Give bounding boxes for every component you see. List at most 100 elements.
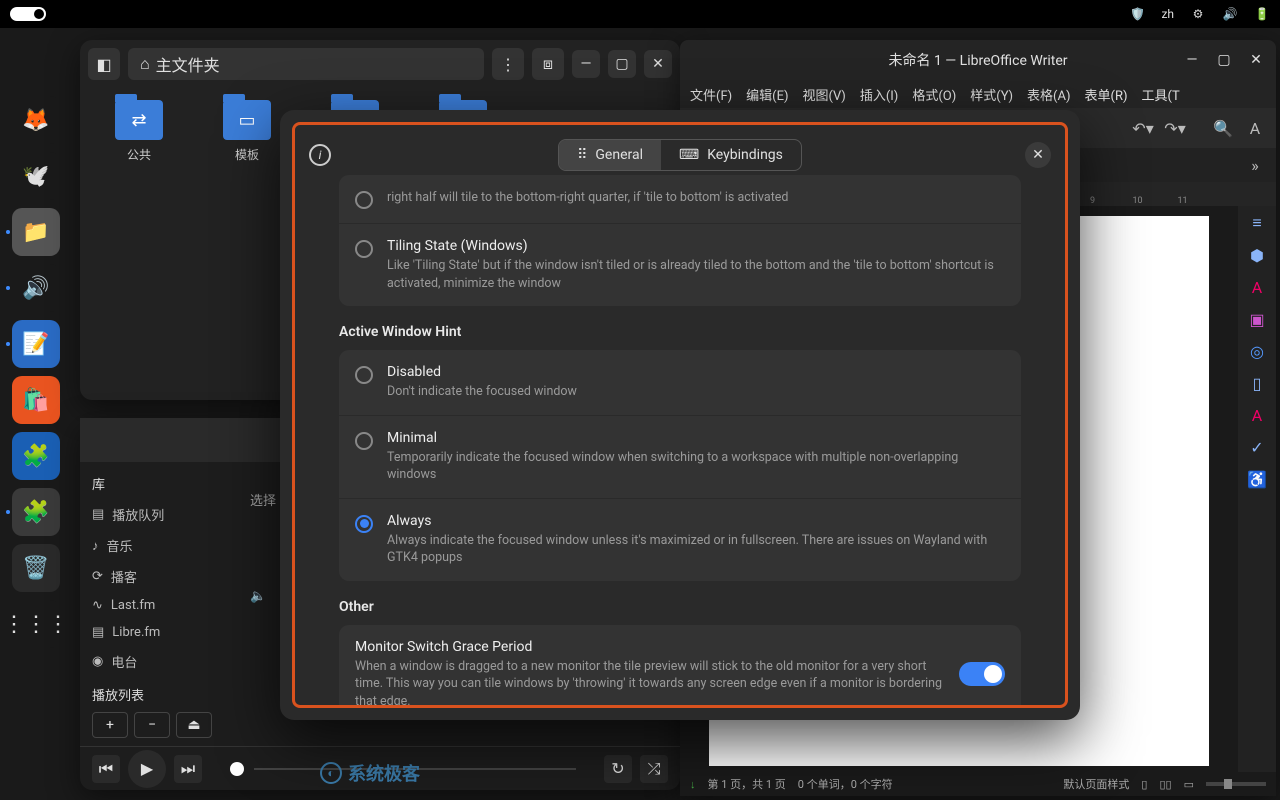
minimize-button[interactable]: —	[1178, 48, 1206, 72]
menu-icon[interactable]: ≡	[1246, 212, 1268, 234]
activities-pill[interactable]	[10, 7, 46, 21]
option-desc: Temporarily indicate the focused window …	[387, 449, 1005, 484]
sidebar-item[interactable]: ⟳播客	[80, 561, 240, 592]
input-lang-indicator[interactable]: zh	[1161, 7, 1174, 21]
find-icon[interactable]: 🔍	[1210, 115, 1236, 141]
dock-item-thunderbird[interactable]: 🕊️	[12, 152, 60, 200]
view-single-icon[interactable]: ▯	[1141, 778, 1147, 791]
music-sidebar: 库 ▤播放队列♪音乐⟳播客∿Last.fm▤Libre.fm◉电台 播放列表 +…	[80, 460, 240, 746]
dock-item-apps[interactable]: ⋮⋮⋮	[12, 600, 60, 648]
changes-icon[interactable]: ✓	[1246, 436, 1268, 458]
seek-thumb[interactable]	[230, 762, 244, 776]
network-icon[interactable]: ⚙	[1190, 6, 1206, 22]
play-button[interactable]: ▶	[128, 750, 166, 788]
menu-item[interactable]: 视图(V)	[803, 85, 846, 104]
menu-item[interactable]: 工具(T	[1142, 85, 1180, 104]
tab-general[interactable]: ⠿ General	[559, 140, 661, 170]
a11y-icon[interactable]: ♿	[1246, 468, 1268, 490]
page-icon[interactable]: ▯	[1246, 372, 1268, 394]
styles-icon[interactable]: A	[1246, 276, 1268, 298]
view-multi-icon[interactable]: ▯▯	[1159, 778, 1171, 791]
more-menu-icon[interactable]: ⋮	[492, 48, 524, 80]
option-desc: When a window is dragged to a new monito…	[355, 658, 945, 709]
menu-item[interactable]: 格式(O)	[912, 85, 956, 104]
undo-icon[interactable]: ↶▾	[1130, 115, 1156, 141]
close-button[interactable]: ✕	[644, 50, 672, 78]
prev-button[interactable]: ⏮	[92, 755, 120, 783]
radio-always[interactable]	[355, 515, 373, 533]
dock-item-files[interactable]: 📁	[12, 208, 60, 256]
battery-icon[interactable]: 🔋	[1254, 6, 1270, 22]
minimize-button[interactable]: —	[572, 50, 600, 78]
menu-item[interactable]: 文件(F)	[690, 85, 732, 104]
folder-icon: ⇄	[115, 100, 163, 140]
close-button[interactable]: ✕	[1242, 48, 1270, 72]
tab-keybindings[interactable]: ⌨ Keybindings	[661, 140, 801, 170]
playlist-remove-button[interactable]: −	[134, 712, 170, 738]
sidebar-item[interactable]: ◉电台	[80, 646, 240, 677]
writer-title: 未命名 1 — LibreOffice Writer	[888, 50, 1067, 70]
shield-icon[interactable]: 🛡️	[1129, 6, 1145, 22]
zoom-slider[interactable]	[1206, 782, 1266, 786]
menu-item[interactable]: 表格(A)	[1027, 85, 1070, 104]
path-bar[interactable]: ⌂ 主文件夹	[128, 48, 484, 80]
sidebar-toggle-icon[interactable]: ◧	[88, 48, 120, 80]
group-other: Other	[339, 599, 1021, 615]
sidebar-item[interactable]: ▤Libre.fm	[80, 619, 240, 646]
dock-item-extensions2[interactable]: 🧩	[12, 488, 60, 536]
dock-item-rhythmbox[interactable]: 🔊	[12, 264, 60, 312]
dock-item-software[interactable]: 🛍️	[12, 376, 60, 424]
playlist-eject-button[interactable]: ⏏	[176, 712, 212, 738]
info-icon[interactable]: i	[309, 144, 331, 166]
folder-item[interactable]: ⇄ 公共	[104, 100, 174, 163]
toggle-monitor-grace[interactable]	[959, 662, 1005, 686]
menu-item[interactable]: 表单(R)	[1085, 85, 1128, 104]
close-button[interactable]: ✕	[1025, 142, 1051, 168]
volume-icon[interactable]: 🔊	[1222, 6, 1238, 22]
sidebar-item[interactable]: ▤播放队列	[80, 499, 240, 530]
option-desc: Like 'Tiling State' but if the window is…	[387, 257, 1005, 292]
watermark-text: 系统极客	[348, 760, 420, 786]
next-button[interactable]: ⏭	[174, 755, 202, 783]
repeat-button[interactable]: ↻	[604, 755, 632, 783]
menu-item[interactable]: 编辑(E)	[746, 85, 788, 104]
gallery-icon[interactable]: ▣	[1246, 308, 1268, 330]
radio-disabled[interactable]	[355, 366, 373, 384]
dock-item-trash[interactable]: 🗑️	[12, 544, 60, 592]
folder-label: 公共	[127, 146, 151, 163]
maximize-button[interactable]: ▢	[608, 50, 636, 78]
option-title: Tiling State (Windows)	[387, 238, 1005, 254]
option-desc: right half will tile to the bottom-right…	[387, 189, 1005, 207]
option-desc: Don't indicate the focused window	[387, 383, 1005, 401]
sidebar-item[interactable]: ∿Last.fm	[80, 592, 240, 619]
sidebar-item-icon: ∿	[92, 598, 103, 613]
dock-item-writer[interactable]: 📝	[12, 320, 60, 368]
radio-tiling-state[interactable]	[355, 191, 373, 209]
search-icon[interactable]: ⧈	[532, 48, 564, 80]
group-active-window-hint: Active Window Hint	[339, 324, 1021, 340]
navigator-icon[interactable]: ◎	[1246, 340, 1268, 362]
maximize-button[interactable]: ▢	[1210, 48, 1238, 72]
view-book-icon[interactable]: ▭	[1184, 778, 1194, 791]
style-inspect-icon[interactable]: A	[1246, 404, 1268, 426]
status-style[interactable]: 默认页面样式	[1063, 776, 1129, 792]
char-format-icon[interactable]: A	[1242, 115, 1268, 141]
ruler-mark: 10	[1115, 196, 1160, 206]
radio-minimal[interactable]	[355, 432, 373, 450]
menu-item[interactable]: 插入(I)	[860, 85, 899, 104]
redo-icon[interactable]: ↷▾	[1162, 115, 1188, 141]
shuffle-button[interactable]: ⤮	[640, 755, 668, 783]
radio-tiling-state-windows[interactable]	[355, 240, 373, 258]
dock-item-firefox[interactable]: 🦊	[12, 96, 60, 144]
status-page: 第 1 页，共 1 页	[708, 776, 786, 792]
expand-icon[interactable]: »	[1242, 152, 1268, 178]
sidebar-item-icon: ◉	[92, 654, 103, 669]
sidebar-item[interactable]: ♪音乐	[80, 530, 240, 561]
download-icon[interactable]: ↓	[690, 778, 696, 791]
dock-item-extensions[interactable]: 🧩	[12, 432, 60, 480]
menu-item[interactable]: 样式(Y)	[970, 85, 1013, 104]
properties-icon[interactable]: ⬢	[1246, 244, 1268, 266]
folder-item[interactable]: ▭模板	[212, 100, 282, 163]
dock: 🦊 🕊️ 📁 🔊 📝 🛍️ 🧩 🧩 🗑️ ⋮⋮⋮	[6, 90, 66, 654]
playlist-add-button[interactable]: +	[92, 712, 128, 738]
